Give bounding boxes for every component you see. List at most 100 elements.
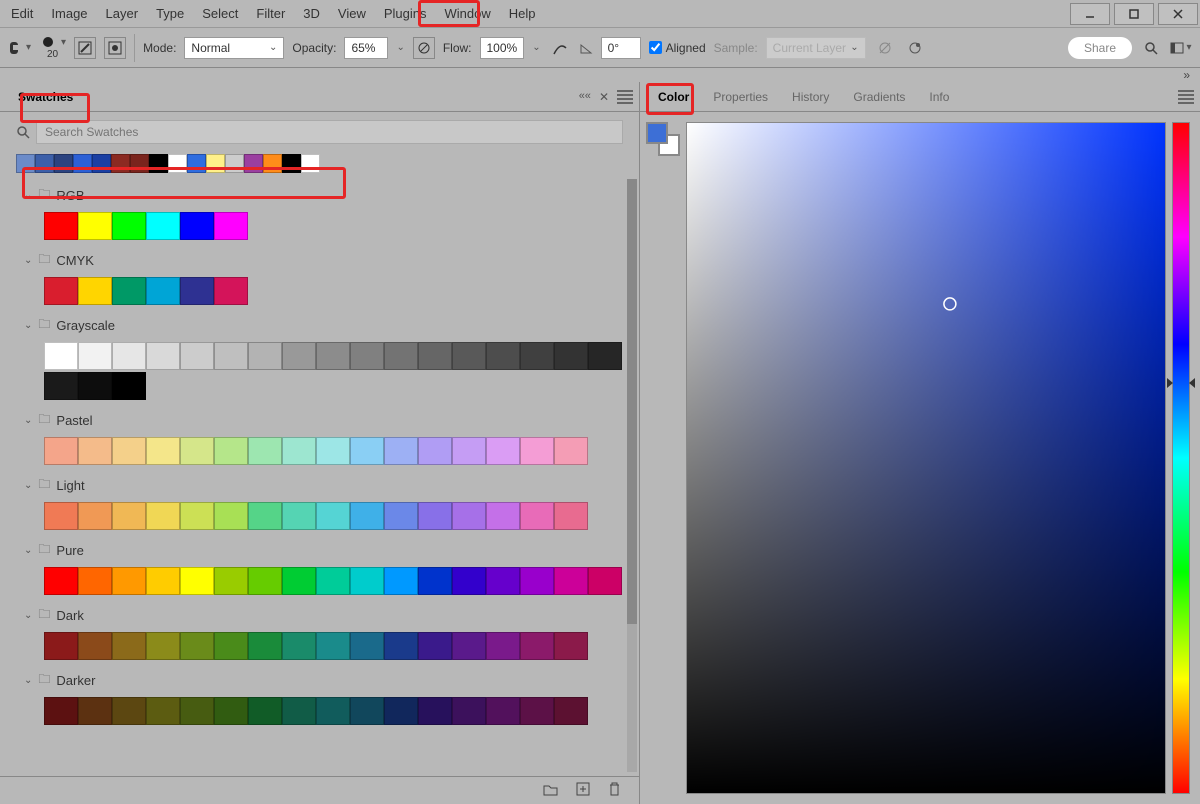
ignore-adjustment-icon[interactable] (874, 37, 896, 59)
swatch[interactable] (214, 502, 248, 530)
swatch[interactable] (180, 212, 214, 240)
swatch[interactable] (486, 632, 520, 660)
swatch[interactable] (350, 502, 384, 530)
swatch[interactable] (44, 277, 78, 305)
brush-settings-icon[interactable] (74, 37, 96, 59)
swatch[interactable] (180, 277, 214, 305)
swatch[interactable] (78, 632, 112, 660)
menu-select[interactable]: Select (193, 2, 247, 25)
swatch[interactable] (112, 372, 146, 400)
menu-type[interactable]: Type (147, 2, 193, 25)
recent-swatch[interactable] (187, 154, 206, 173)
swatch[interactable] (180, 437, 214, 465)
swatch[interactable] (418, 632, 452, 660)
swatch[interactable] (316, 632, 350, 660)
tab-gradients[interactable]: Gradients (841, 84, 917, 110)
group-header[interactable]: ⌄🗀Pure (24, 536, 623, 565)
swatch[interactable] (520, 567, 554, 595)
swatch[interactable] (78, 437, 112, 465)
swatch[interactable] (248, 567, 282, 595)
group-header[interactable]: ⌄🗀Grayscale (24, 311, 623, 340)
swatch[interactable] (486, 502, 520, 530)
delete-swatch-icon[interactable] (608, 782, 621, 799)
swatch[interactable] (316, 437, 350, 465)
swatch[interactable] (248, 502, 282, 530)
mode-dropdown[interactable]: Normal⌄ (184, 37, 284, 59)
swatch[interactable] (418, 342, 452, 370)
menu-3d[interactable]: 3D (294, 2, 329, 25)
swatch[interactable] (384, 342, 418, 370)
swatch[interactable] (418, 697, 452, 725)
swatch[interactable] (44, 342, 78, 370)
swatch[interactable] (214, 567, 248, 595)
swatch[interactable] (248, 437, 282, 465)
swatch[interactable] (180, 502, 214, 530)
group-header[interactable]: ⌄🗀CMYK (24, 246, 623, 275)
swatch[interactable] (384, 502, 418, 530)
search-icon[interactable] (1140, 37, 1162, 59)
airbrush-icon[interactable] (549, 37, 571, 59)
swatch[interactable] (282, 567, 316, 595)
pressure-opacity-icon[interactable] (413, 37, 435, 59)
swatch[interactable] (112, 212, 146, 240)
swatch[interactable] (418, 567, 452, 595)
swatch[interactable] (384, 437, 418, 465)
fg-bg-color[interactable] (646, 122, 680, 156)
swatch[interactable] (350, 697, 384, 725)
swatch[interactable] (146, 697, 180, 725)
swatch[interactable] (486, 342, 520, 370)
swatch[interactable] (112, 342, 146, 370)
menu-plugins[interactable]: Plugins (375, 2, 436, 25)
swatch[interactable] (520, 632, 554, 660)
menu-image[interactable]: Image (42, 2, 96, 25)
recent-swatch[interactable] (111, 154, 130, 173)
swatch[interactable] (282, 342, 316, 370)
swatch[interactable] (350, 567, 384, 595)
recent-swatch[interactable] (168, 154, 187, 173)
panel-menu-icon[interactable] (617, 90, 633, 104)
swatch[interactable] (554, 342, 588, 370)
swatch[interactable] (44, 632, 78, 660)
menu-filter[interactable]: Filter (247, 2, 294, 25)
hue-pointer[interactable] (1189, 378, 1195, 388)
swatch[interactable] (554, 567, 588, 595)
group-header[interactable]: ⌄🗀Pastel (24, 406, 623, 435)
collapse-icon[interactable]: «« (579, 90, 591, 104)
swatch[interactable] (214, 212, 248, 240)
aligned-checkbox[interactable]: Aligned (649, 41, 706, 55)
swatch[interactable] (146, 342, 180, 370)
swatch[interactable] (214, 697, 248, 725)
hue-slider[interactable] (1172, 122, 1190, 794)
close-panel-icon[interactable]: ✕ (599, 90, 609, 104)
swatch[interactable] (146, 212, 180, 240)
angle-field[interactable]: 0° (601, 37, 641, 59)
swatch[interactable] (554, 437, 588, 465)
swatch[interactable] (78, 502, 112, 530)
swatch[interactable] (452, 437, 486, 465)
swatch[interactable] (146, 277, 180, 305)
swatch[interactable] (452, 697, 486, 725)
swatch[interactable] (316, 697, 350, 725)
swatch[interactable] (214, 342, 248, 370)
swatch[interactable] (44, 212, 78, 240)
swatch[interactable] (112, 697, 146, 725)
swatch[interactable] (316, 567, 350, 595)
swatch[interactable] (316, 342, 350, 370)
group-header[interactable]: ⌄🗀RGB (24, 181, 623, 210)
swatch[interactable] (316, 502, 350, 530)
recent-swatch[interactable] (130, 154, 149, 173)
swatch[interactable] (180, 632, 214, 660)
swatch[interactable] (112, 502, 146, 530)
flow-field[interactable]: 100% (480, 37, 525, 59)
swatch[interactable] (384, 567, 418, 595)
swatch[interactable] (44, 567, 78, 595)
opacity-field[interactable]: 65% (344, 37, 388, 59)
menu-view[interactable]: View (329, 2, 375, 25)
tab-history[interactable]: History (780, 84, 841, 110)
swatch[interactable] (384, 632, 418, 660)
swatch[interactable] (350, 437, 384, 465)
swatch[interactable] (452, 632, 486, 660)
group-header[interactable]: ⌄🗀Light (24, 471, 623, 500)
menu-help[interactable]: Help (500, 2, 545, 25)
tool-preset-icon[interactable]: ▾ (8, 40, 31, 56)
